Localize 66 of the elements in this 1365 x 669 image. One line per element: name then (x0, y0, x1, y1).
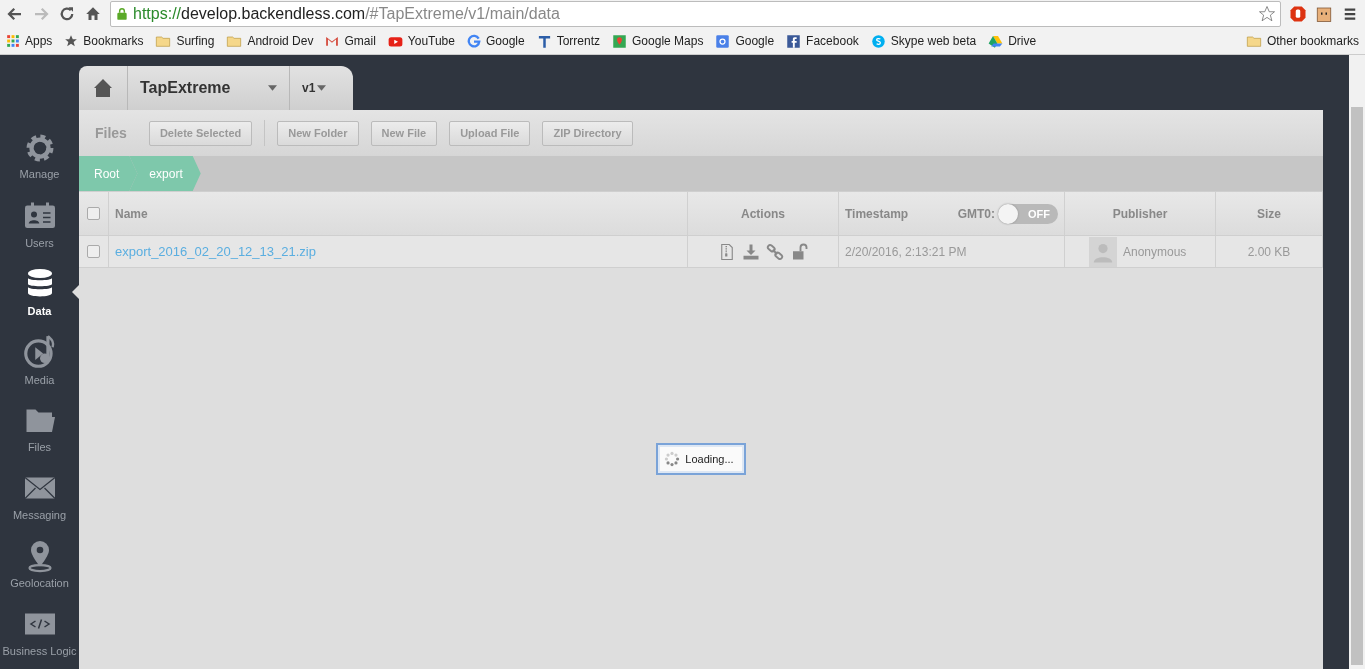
bookmark-link[interactable]: Gmail (325, 34, 376, 48)
version-selector[interactable]: v1 (302, 81, 316, 95)
table-cell: 2/20/2016, 2:13:21 PM (845, 244, 967, 259)
column-header: Publisher (1112, 206, 1168, 221)
sidebar-item[interactable]: Geolocation (0, 529, 79, 597)
column-header: Name (115, 206, 148, 221)
folder-icon (226, 33, 243, 49)
gmt-label: GMT0: (957, 206, 995, 221)
t-logo-icon (536, 33, 552, 49)
sidebar-item[interactable]: Business Logic (0, 597, 79, 665)
box-face-icon[interactable] (1315, 5, 1333, 23)
folder-icon (1245, 33, 1262, 49)
table-cell: 2.00 KB (1247, 244, 1291, 259)
column-header: Actions (741, 206, 785, 221)
sidebar-item[interactable]: Manage (0, 121, 79, 189)
row-checkbox[interactable] (87, 245, 100, 258)
bookmark-link[interactable]: Surfing (155, 33, 215, 49)
caret-icon[interactable] (268, 85, 277, 91)
sidebar-item[interactable]: Media (0, 325, 79, 393)
url-text: https://develop.backendless.com/#TapExtreme/v1/main/data (133, 5, 560, 23)
sidebar-item[interactable]: Users (0, 189, 79, 257)
back-icon[interactable] (6, 5, 24, 23)
star-icon[interactable] (1258, 5, 1276, 23)
download-icon[interactable] (742, 242, 760, 261)
triangle-logo-icon (988, 33, 1004, 49)
caret-icon[interactable] (317, 85, 327, 91)
map-pin-icon (612, 33, 628, 49)
loading-indicator: Loading... (656, 442, 746, 475)
bookmark-link[interactable]: Google (466, 34, 525, 48)
sidebar-item[interactable]: Messaging (0, 461, 79, 529)
star-icon (64, 34, 79, 48)
bookmark-link[interactable]: Google Maps (612, 33, 704, 49)
scrollbar[interactable] (1349, 55, 1365, 669)
column-header: Size (1257, 206, 1281, 221)
g-square-icon (715, 33, 731, 49)
zip-file-icon[interactable] (718, 242, 736, 261)
f-square-icon (786, 33, 802, 49)
envelope-icon (325, 34, 340, 48)
bookmark-link[interactable]: Google (715, 33, 775, 49)
bookmark-link[interactable]: Skype web beta (870, 33, 977, 49)
s-circle-icon (870, 33, 886, 49)
spinner-icon (664, 450, 681, 467)
bookmark-link[interactable]: Bookmarks (64, 34, 144, 48)
address-bar[interactable]: https://develop.backendless.com/#TapExtreme/v1/main/data (110, 1, 1281, 27)
home-icon[interactable] (84, 5, 102, 23)
folder-icon (155, 33, 172, 49)
bookmark-link[interactable]: Drive (988, 33, 1037, 49)
table-cell: Anonymous (1123, 244, 1187, 259)
section-title: Files (95, 125, 127, 141)
column-header: Timestamp (845, 206, 909, 221)
bookmark-folder-link[interactable]: Other bookmarks (1245, 33, 1359, 49)
apps-grid-icon (6, 34, 20, 48)
reload-icon[interactable] (58, 5, 76, 23)
g-logo-icon (466, 34, 481, 48)
sidebar-item[interactable]: Files (0, 393, 79, 461)
bookmark-link[interactable]: Android Dev (226, 33, 314, 49)
bookmark-link[interactable]: Facebook (786, 33, 859, 49)
bookmark-link[interactable]: YouTube (387, 33, 455, 49)
link-icon[interactable] (766, 242, 784, 261)
app-selector[interactable]: TapExtreme (140, 79, 260, 97)
select-all-checkbox[interactable] (87, 207, 100, 220)
stop-hand-icon[interactable] (1289, 5, 1307, 23)
bookmark-link[interactable]: Apps (6, 34, 53, 48)
bookmark-link[interactable]: Torrentz (536, 33, 601, 49)
unlocked-padlock-icon[interactable] (790, 242, 808, 261)
lock-icon (115, 6, 129, 22)
